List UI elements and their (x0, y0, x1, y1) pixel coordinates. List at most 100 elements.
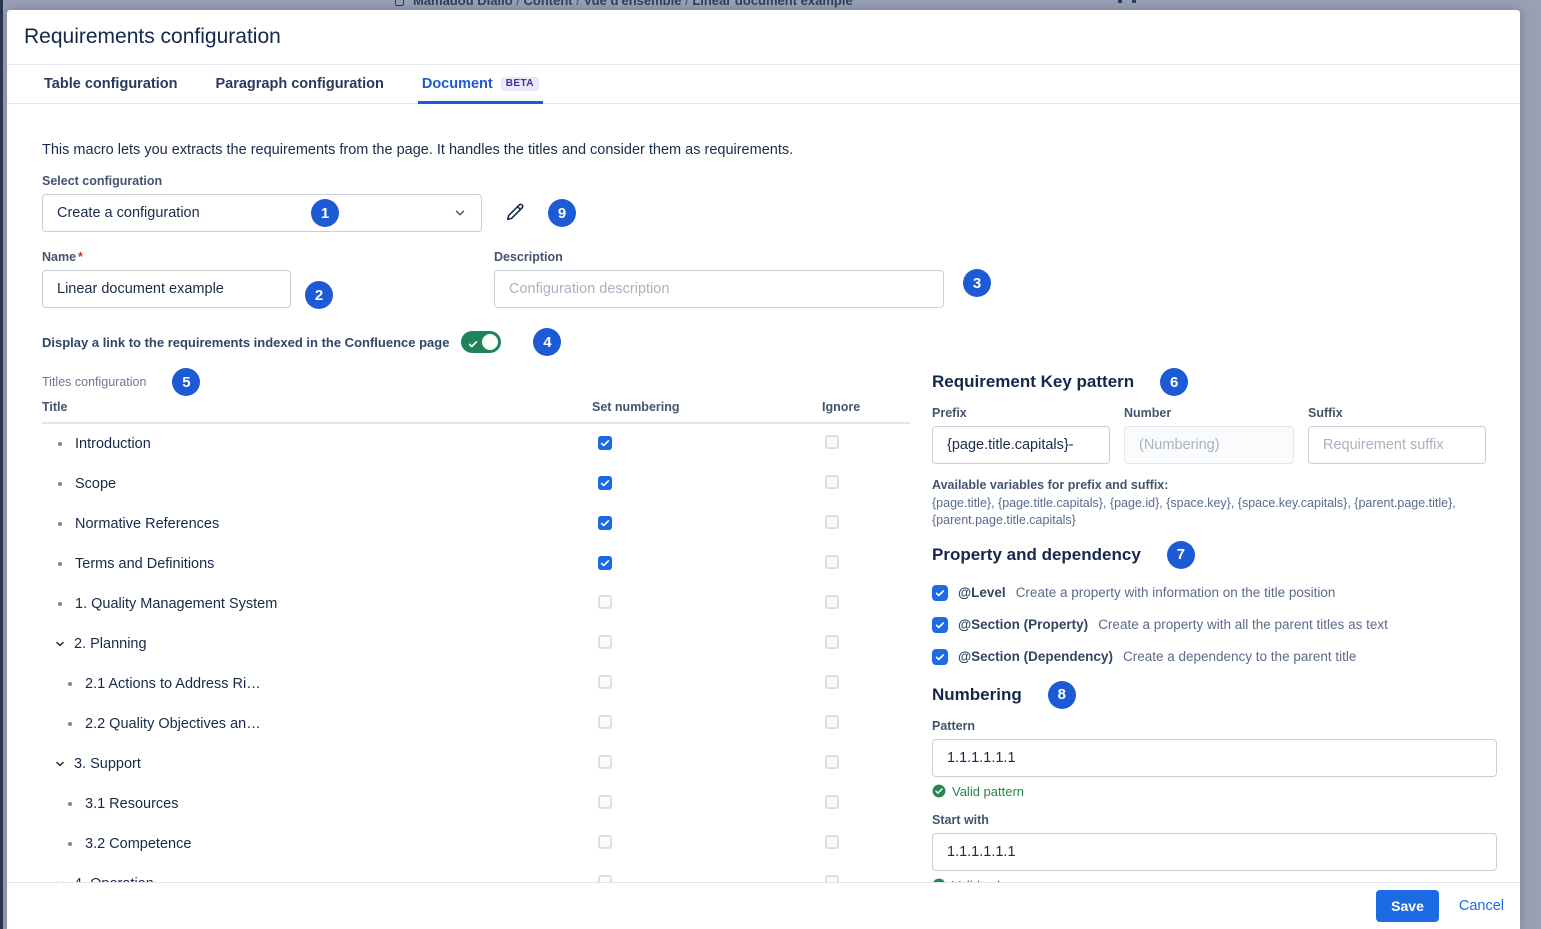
property-checkbox[interactable] (932, 585, 948, 601)
property-dependency-heading: Property and dependency (932, 545, 1141, 565)
set-numbering-cell (592, 835, 822, 854)
set-numbering-cell (592, 555, 822, 573)
number-label: Number (1124, 406, 1294, 420)
table-row: Terms and Definitions (42, 544, 910, 584)
bullet-icon (68, 802, 72, 806)
property-name: @Section (Property) (958, 617, 1088, 632)
property-item: @Section (Dependency)Create a dependency… (932, 649, 1497, 665)
set-numbering-checkbox[interactable] (598, 795, 612, 809)
pattern-input[interactable] (932, 739, 1497, 777)
page-left-edge (0, 0, 3, 929)
ignore-checkbox[interactable] (825, 835, 839, 849)
prefix-input[interactable] (932, 426, 1110, 464)
table-row: 2. Planning (42, 624, 910, 664)
toggle-knob (482, 334, 498, 350)
ignore-checkbox[interactable] (825, 755, 839, 769)
numbering-heading: Numbering (932, 685, 1022, 705)
ignore-cell (822, 755, 910, 774)
titles-configuration-label: Titles configuration (42, 375, 146, 389)
requirements-configuration-dialog: Requirements configuration Table configu… (7, 10, 1520, 929)
ignore-checkbox[interactable] (825, 595, 839, 609)
ignore-checkbox[interactable] (825, 715, 839, 729)
display-link-toggle[interactable] (461, 331, 501, 353)
set-numbering-cell (592, 755, 822, 774)
tab-document[interactable]: Document BETA (418, 66, 543, 104)
ignore-checkbox[interactable] (825, 515, 839, 529)
table-row: Normative References (42, 504, 910, 544)
row-title-cell: 1. Quality Management System (42, 596, 592, 612)
set-numbering-checkbox[interactable] (598, 635, 612, 649)
breadcrumb-item[interactable]: Linear document example (692, 0, 852, 8)
ignore-cell (822, 635, 910, 654)
set-numbering-cell (592, 795, 822, 814)
row-title: Terms and Definitions (75, 556, 214, 572)
set-numbering-checkbox[interactable] (598, 556, 612, 570)
ignore-cell (822, 595, 910, 614)
chevron-down-icon[interactable] (54, 758, 66, 770)
name-input[interactable] (42, 270, 291, 308)
set-numbering-checkbox[interactable] (598, 516, 612, 530)
ignore-checkbox[interactable] (825, 795, 839, 809)
row-title: 2.1 Actions to Address Ri… (85, 676, 261, 692)
dialog-body: This macro lets you extracts the require… (7, 104, 1520, 929)
breadcrumb-item[interactable]: Mamadou Diallo (413, 0, 513, 8)
ignore-cell (822, 435, 910, 454)
table-row: Introduction (42, 424, 910, 464)
breadcrumb-item[interactable]: Vue d'ensemble (583, 0, 681, 8)
ignore-checkbox[interactable] (825, 555, 839, 569)
row-title: 3.1 Resources (85, 796, 179, 812)
row-title: 2. Planning (74, 636, 147, 652)
set-numbering-checkbox[interactable] (598, 715, 612, 729)
cancel-button[interactable]: Cancel (1459, 898, 1504, 914)
tab-paragraph-configuration[interactable]: Paragraph configuration (211, 66, 387, 104)
table-row: Scope (42, 464, 910, 504)
suffix-input[interactable] (1308, 426, 1486, 464)
tab-table-configuration[interactable]: Table configuration (40, 66, 181, 104)
bullet-icon (58, 522, 62, 526)
requirement-key-pattern-heading: Requirement Key pattern (932, 372, 1134, 392)
property-dependency-list: @LevelCreate a property with information… (932, 585, 1497, 665)
edit-configuration-button[interactable] (502, 199, 528, 228)
set-numbering-checkbox[interactable] (598, 755, 612, 769)
pattern-valid-text: Valid pattern (952, 784, 1024, 799)
property-checkbox[interactable] (932, 649, 948, 665)
row-title-cell: Scope (42, 476, 592, 492)
ignore-cell (822, 675, 910, 694)
save-button[interactable]: Save (1376, 890, 1439, 922)
bullet-icon (58, 562, 62, 566)
property-name: @Section (Dependency) (958, 649, 1113, 664)
property-description: Create a property with information on th… (1016, 585, 1336, 600)
ignore-checkbox[interactable] (825, 675, 839, 689)
step-badge-6: 6 (1160, 368, 1188, 396)
set-numbering-checkbox[interactable] (598, 476, 612, 490)
property-item: @Section (Property)Create a property wit… (932, 617, 1497, 633)
property-checkbox[interactable] (932, 617, 948, 633)
set-numbering-checkbox[interactable] (598, 835, 612, 849)
row-title-cell: 3.2 Competence (42, 836, 592, 852)
set-numbering-checkbox[interactable] (598, 595, 612, 609)
ignore-cell (822, 795, 910, 814)
display-link-label: Display a link to the requirements index… (42, 335, 449, 350)
top-bar-icons (1118, 0, 1136, 3)
select-configuration-label: Select configuration (42, 174, 1485, 188)
ignore-checkbox[interactable] (825, 635, 839, 649)
chevron-down-icon[interactable] (54, 638, 66, 650)
breadcrumb-item[interactable]: Content (524, 0, 573, 8)
start-with-input[interactable] (932, 833, 1497, 871)
ignore-checkbox[interactable] (825, 475, 839, 489)
set-numbering-checkbox[interactable] (598, 436, 612, 450)
set-numbering-checkbox[interactable] (598, 675, 612, 689)
step-badge-2: 2 (305, 281, 333, 309)
number-input (1124, 426, 1294, 464)
dialog-header: Requirements configuration (7, 10, 1520, 65)
table-row: 2.1 Actions to Address Ri… (42, 664, 910, 704)
configuration-select[interactable]: Create a configuration 1 (42, 194, 482, 232)
description-label: Description (494, 250, 944, 264)
description-input[interactable] (494, 270, 944, 308)
ignore-checkbox[interactable] (825, 435, 839, 449)
configuration-select-value: Create a configuration (57, 205, 200, 221)
beta-badge: BETA (501, 77, 539, 91)
bullet-icon (58, 602, 62, 606)
page-icon (395, 0, 404, 6)
set-numbering-cell (592, 475, 822, 493)
